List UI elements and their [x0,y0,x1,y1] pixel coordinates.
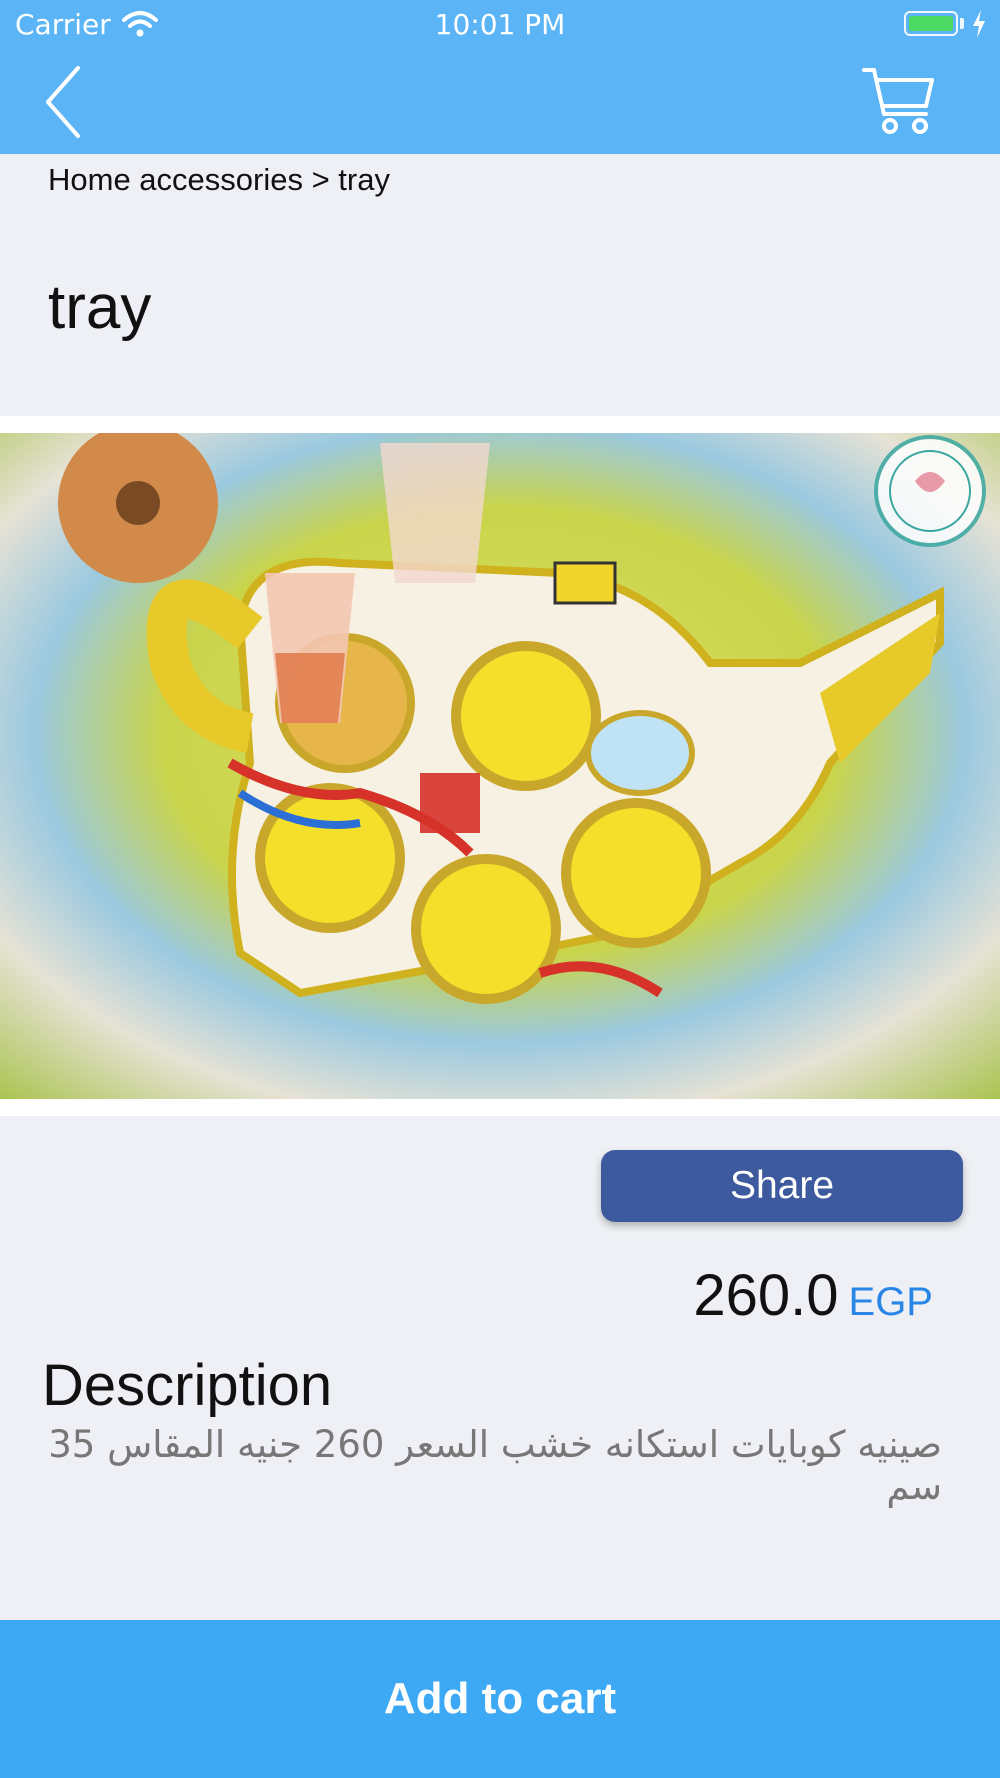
price-currency: EGP [848,1280,933,1324]
breadcrumb[interactable]: Home accessories > tray [48,162,390,198]
shopping-cart-icon[interactable] [862,66,936,138]
description-heading: Description [42,1353,333,1418]
description-text: صينيه كوبايات استكانه خشب السعر 260 جنيه… [48,1423,942,1508]
battery-tip [960,18,964,29]
status-time: 10:01 PM [434,8,566,41]
nav-bar [0,50,1000,154]
price-value: 260.0 [693,1263,839,1328]
add-to-cart-button[interactable]: Add to cart [0,1620,1000,1778]
product-image[interactable] [0,433,1000,1099]
product-title: tray [48,273,152,342]
share-button[interactable]: Share [601,1150,963,1222]
status-bar: Carrier 10:01 PM [0,0,1000,50]
battery-icon [904,11,958,36]
price-row: 260.0 EGP [693,1262,933,1329]
back-icon[interactable] [42,64,86,140]
charging-icon [973,10,985,38]
